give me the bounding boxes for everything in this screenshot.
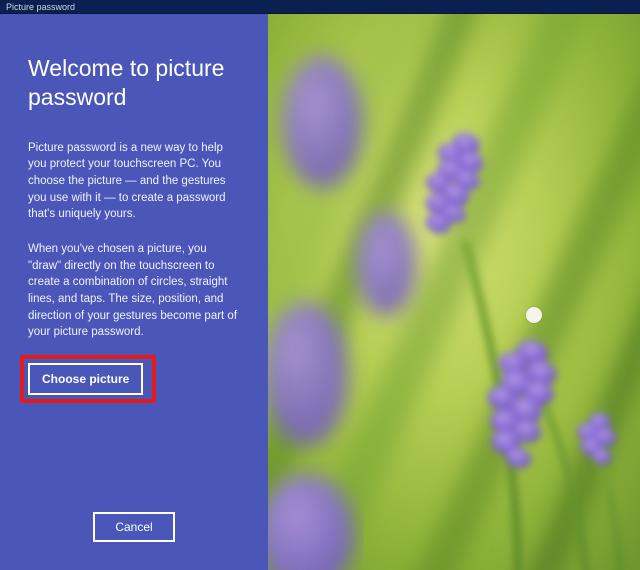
- instruction-pane: Welcome to picture password Picture pass…: [0, 14, 268, 570]
- cancel-row: Cancel: [28, 512, 240, 546]
- lavender-image: [268, 14, 640, 570]
- window-title: Picture password: [6, 2, 75, 12]
- intro-paragraph-2: When you've chosen a picture, you "draw"…: [28, 241, 240, 341]
- cancel-button[interactable]: Cancel: [93, 512, 174, 542]
- titlebar: Picture password: [0, 0, 640, 14]
- page-title: Welcome to picture password: [28, 54, 240, 112]
- gesture-indicator-dot: [526, 307, 542, 323]
- picture-password-window: Picture password Welcome to picture pass…: [0, 0, 640, 570]
- intro-paragraph-1: Picture password is a new way to help yo…: [28, 140, 240, 223]
- picture-preview-pane: [268, 14, 640, 570]
- choose-picture-group: Choose picture: [28, 363, 148, 395]
- choose-picture-button[interactable]: Choose picture: [28, 363, 143, 395]
- window-body: Welcome to picture password Picture pass…: [0, 14, 640, 570]
